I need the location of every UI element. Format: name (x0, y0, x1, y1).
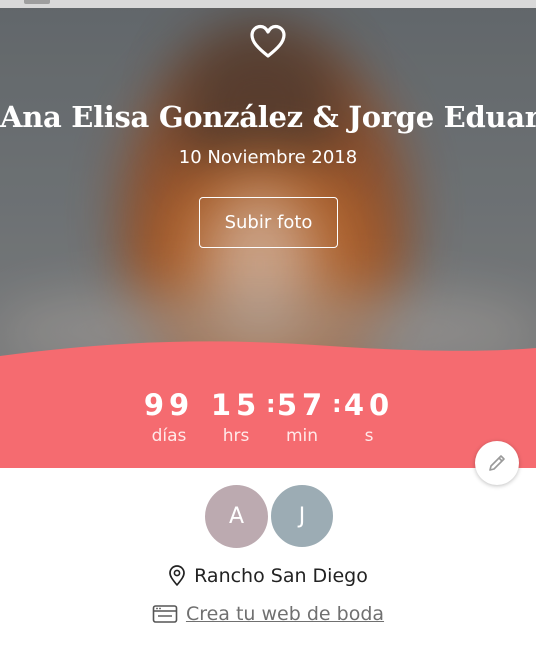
countdown-seconds-value: 40 (343, 388, 395, 422)
countdown-seconds-label: s (364, 426, 374, 446)
create-wedding-web-link[interactable]: Crea tu web de boda (186, 603, 384, 625)
location: Rancho San Diego (0, 565, 536, 587)
avatar-initial: A (228, 504, 245, 529)
avatar-partner-j: J (269, 483, 335, 549)
create-web-row[interactable]: Crea tu web de boda (0, 603, 536, 625)
map-pin-icon (169, 565, 185, 586)
edit-button[interactable] (475, 441, 519, 485)
status-bar-nub (24, 0, 50, 4)
upload-photo-button[interactable]: Subir foto (199, 197, 338, 248)
countdown-hours-value: 15 (210, 388, 262, 422)
countdown-hours: 15 hrs (201, 388, 271, 446)
countdown-minutes-value: 57 (276, 388, 328, 422)
pencil-icon (489, 455, 505, 471)
countdown-hours-label: hrs (222, 426, 250, 446)
browser-window-icon (152, 605, 178, 623)
countdown-minutes: 57 min (267, 388, 337, 446)
countdown-days: 99 días (134, 388, 204, 446)
location-text: Rancho San Diego (194, 565, 368, 587)
countdown-days-value: 99 (143, 388, 195, 422)
countdown-days-label: días (151, 426, 187, 446)
couple-names: Ana Elisa González & Jorge Eduardo (0, 100, 536, 134)
countdown: 99 días 15 hrs : 57 min : 40 s (0, 388, 536, 458)
avatar-partner-a: A (205, 485, 268, 548)
wedding-date: 10 Noviembre 2018 (178, 147, 358, 168)
avatar-initial: J (298, 503, 306, 529)
status-bar-edge (0, 0, 536, 8)
countdown-seconds: 40 s (334, 388, 404, 446)
heart-outline-icon (250, 24, 286, 58)
countdown-minutes-label: min (285, 426, 319, 446)
